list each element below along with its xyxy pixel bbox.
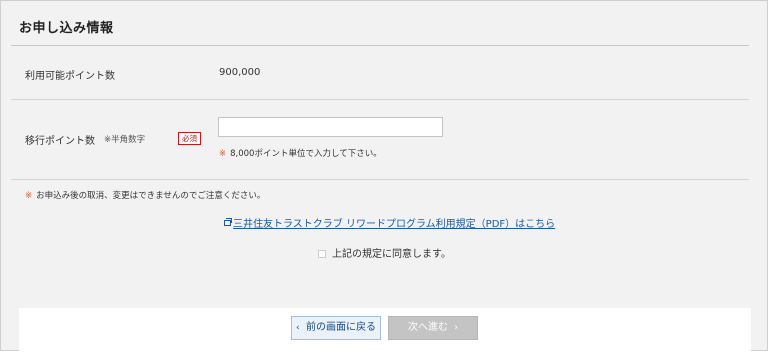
- section-title: お申し込み情報: [19, 21, 114, 36]
- notice-mark: ※: [25, 191, 33, 201]
- row-divider: [11, 179, 749, 180]
- available-points-value: 900,000: [219, 67, 261, 78]
- transfer-points-note-text: 8,000ポイント単位で入力して下さい。: [230, 149, 382, 159]
- form-footer: ‹ 前の画面に戻る 次へ進む ›: [19, 308, 751, 352]
- chevron-right-icon: ›: [454, 323, 458, 333]
- back-button-label: 前の画面に戻る: [305, 322, 376, 333]
- next-button-label: 次へ進む: [408, 322, 449, 333]
- cancel-notice: ※ お申込み後の取消、変更はできませんのでご注意ください。: [25, 189, 265, 201]
- note-mark: ※: [219, 149, 227, 159]
- cancel-notice-text: お申込み後の取消、変更はできませんのでご注意ください。: [36, 191, 266, 201]
- transfer-points-label: 移行ポイント数: [25, 136, 95, 147]
- agree-terms-checkbox[interactable]: 上記の規定に同意します。: [318, 245, 451, 260]
- transfer-points-note: ※ 8,000ポイント単位で入力して下さい。: [219, 147, 382, 159]
- external-window-icon: [224, 218, 232, 226]
- terms-pdf-link[interactable]: 三井住友トラストクラブ リワードプログラム利用規定（PDF）はこちら: [224, 215, 555, 230]
- back-button[interactable]: ‹ 前の画面に戻る: [291, 316, 381, 340]
- required-badge: 必須: [178, 132, 201, 145]
- terms-pdf-link-text: 三井住友トラストクラブ リワードプログラム利用規定（PDF）はこちら: [233, 219, 556, 230]
- available-points-label: 利用可能ポイント数: [25, 71, 115, 82]
- row-divider: [11, 99, 749, 100]
- title-divider: [11, 45, 749, 46]
- half-width-digits-hint: ※半角数字: [104, 135, 146, 145]
- agree-terms-label: 上記の規定に同意します。: [332, 249, 451, 260]
- application-form-panel: お申し込み情報 利用可能ポイント数 900,000 移行ポイント数 ※半角数字 …: [0, 0, 768, 352]
- transfer-points-input[interactable]: [218, 117, 443, 137]
- next-button[interactable]: 次へ進む ›: [388, 316, 478, 340]
- chevron-left-icon: ‹: [296, 323, 300, 333]
- checkbox-box[interactable]: [318, 250, 326, 258]
